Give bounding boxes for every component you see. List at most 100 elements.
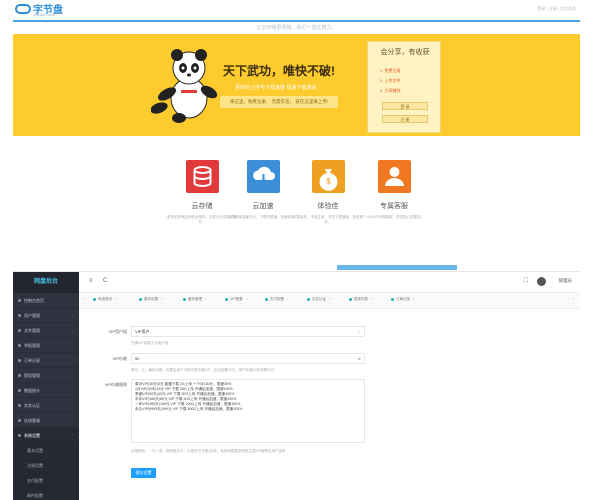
logo-subtext: zijiepan.com — [33, 12, 56, 17]
tab-basic[interactable]: 基本设置 × — [139, 297, 163, 302]
site-header: 字节盘 zijiepan.com 登录 | 注册 | 设为首页 — [13, 0, 580, 22]
clear-icon: ⊗ — [357, 356, 361, 361]
vip-group-label: VIP用户组 — [108, 329, 127, 334]
tab-label: 提现列表 — [354, 297, 368, 301]
vip-group-select[interactable]: VIP用户 ⌄ — [131, 326, 365, 337]
vip-price-label: VIP价格 — [112, 356, 127, 361]
menu-toggle-icon[interactable]: ≡ — [89, 278, 93, 284]
tab-label: 基本设置 — [144, 297, 158, 301]
chat-icon — [18, 419, 21, 423]
feature-storage: 云存储 更多的存储空间安全保存，文件永久保存不丢失。 — [167, 160, 237, 225]
chevron-up-icon: ⌃ — [70, 433, 74, 438]
save-settings-button[interactable]: 保存设置 — [131, 468, 156, 478]
vip-price-input[interactable]: 50 ⊗ — [131, 353, 365, 364]
fullscreen-icon[interactable]: ⛶ — [524, 278, 528, 285]
admin-sidebar: 网盘后台 控制台首页 用户管理 ⌄ 文件管理 ⌄ 举报管理 订单记录 提现管理 数据… — [13, 272, 79, 500]
tab-home[interactable]: 系统首页 × — [93, 297, 117, 302]
id-card-icon — [18, 404, 21, 408]
sidebar-item-label: 在线客服 — [24, 418, 40, 423]
banner-title: 天下武功，唯快不破! — [223, 64, 335, 78]
money-bag-icon: $ — [311, 160, 345, 193]
vip-rules-textarea[interactable]: 单月VIP(30天)0元 普通下载 2G上传 一个月100元，限速30% 1月V… — [131, 379, 365, 443]
tab-cache[interactable]: 缓存管理 × — [183, 297, 207, 302]
admin-brand: 网盘后台 — [13, 272, 79, 293]
feature-experience: $ 体验佳 下载轻松，不用注册，不限下载速度，体验更好。 — [293, 160, 363, 225]
feature-title: 专属客服 — [380, 203, 408, 210]
tab-label: 订单记录 — [396, 297, 410, 301]
tab-label: VIP配置 — [230, 297, 243, 301]
login-button[interactable]: 登 录 — [382, 102, 428, 110]
svg-text:$: $ — [326, 177, 331, 186]
tab-label: 实名认证 — [312, 297, 326, 301]
site-logo[interactable]: 字节盘 zijiepan.com — [15, 1, 65, 19]
sidebar-item-label: 订单记录 — [24, 358, 40, 363]
sidebar-item-service[interactable]: 在线客服 — [13, 413, 79, 428]
tab-prev-icon[interactable]: ‹ — [83, 297, 84, 301]
refresh-icon[interactable]: C — [103, 278, 107, 284]
tab-label: 系统首页 — [98, 297, 112, 301]
sidebar-item-label: 数据统计 — [24, 388, 40, 393]
banner-subtitle: 更快的上传与下载速度 极速下载通道 — [235, 85, 317, 91]
flag-icon — [18, 344, 21, 348]
share-step: 1. 免费注册 — [380, 68, 401, 73]
sidebar-item-dashboard[interactable]: 控制台首页 — [13, 293, 79, 308]
sidebar-item-label: 提现管理 — [24, 373, 40, 378]
admin-username[interactable]: 管理员 — [559, 278, 573, 284]
sidebar-subitem[interactable]: 注册设置 — [13, 458, 79, 473]
home-icon — [18, 299, 21, 303]
sidebar-subitem[interactable]: 邮件配置 — [13, 488, 79, 500]
vip-group-value: VIP用户 — [135, 329, 150, 334]
download-cloud-icon — [246, 160, 280, 193]
sidebar-item-stats[interactable]: 数据统计 — [13, 383, 79, 398]
sidebar-item-label: 控制台首页 — [24, 298, 44, 303]
vip-settings-form: VIP用户组 VIP用户 ⌄ 开通VIP后属于此用户组 VIP价格 50 ⊗ 单位：… — [79, 312, 580, 500]
sidebar-item-settings[interactable]: 系统设置 ⌃ — [13, 428, 79, 443]
chevron-down-icon: ⌄ — [357, 329, 361, 334]
list-icon — [18, 359, 21, 363]
sidebar-item-verify[interactable]: 实名认证 — [13, 398, 79, 413]
cloud-icon — [15, 4, 31, 14]
feature-desc: 7×24小时专属客服，提供贴心的服务。 — [363, 215, 425, 219]
database-icon — [185, 160, 219, 193]
tab-next-icon[interactable]: › — [573, 297, 574, 301]
tab-payment[interactable]: 支付配置 × — [265, 297, 289, 302]
chevron-down-icon: ⌄ — [70, 313, 74, 318]
sidebar-subitem[interactable]: 基本设置 — [13, 443, 79, 458]
tab-withdraw[interactable]: 提现列表 × — [349, 297, 373, 302]
panda-mascot-icon — [151, 49, 218, 123]
vip-price-value: 50 — [135, 356, 140, 361]
share-step: 2. 上传文件 — [380, 78, 401, 83]
sidebar-item-reports[interactable]: 举报管理 — [13, 338, 79, 353]
sidebar-item-orders[interactable]: 订单记录 — [13, 353, 79, 368]
hero-banner: 天下武功，唯快不破! 更快的上传与下载速度 极速下载通道 来这里，免费注册， 无… — [13, 34, 580, 136]
sidebar-item-label: 实名认证 — [24, 403, 40, 408]
feature-support: 专属客服 7×24小时专属客服，提供贴心的服务。 — [359, 160, 429, 220]
tab-orders[interactable]: 订单记录 × — [391, 297, 415, 302]
vip-price-help: 单位：元，最低价格，设置后用户可按天数开通VIP，比如设置50元，用户开通30天… — [131, 368, 275, 372]
sidebar-item-label: 文件管理 — [24, 328, 40, 333]
feature-title: 云存储 — [191, 203, 213, 210]
share-panel: 会分享，有收获 1. 免费注册 2. 上传文件 3. 分享赚钱 登 录 注 册 — [367, 41, 441, 133]
sidebar-item-label: 举报管理 — [24, 343, 40, 348]
tab-vip[interactable]: VIP配置 × — [225, 297, 248, 302]
feature-title: 云加速 — [252, 203, 274, 210]
feature-desc: 全国多线高速节点，下载不限速，极速体验。 — [228, 215, 298, 219]
admin-topbar: ≡ C ⛶ 管理员 — [79, 272, 580, 293]
feature-desc: 更多的存储空间安全保存，文件永久保存不丢失。 — [167, 215, 237, 224]
sidebar-item-withdraw[interactable]: 提现管理 — [13, 368, 79, 383]
wallet-icon — [18, 374, 21, 378]
tab-label: 缓存管理 — [188, 297, 202, 301]
register-button[interactable]: 注 册 — [382, 115, 428, 123]
sidebar-item-label: 系统设置 — [24, 433, 40, 438]
avatar[interactable] — [537, 277, 546, 286]
sidebar-item-label: 用户管理 — [24, 313, 40, 318]
sidebar-item-files[interactable]: 文件管理 ⌄ — [13, 323, 79, 338]
tab-verify[interactable]: 实名认证 × — [307, 297, 331, 302]
gear-icon — [18, 434, 21, 438]
sidebar-subitem[interactable]: 支付配置 — [13, 473, 79, 488]
chart-icon — [18, 389, 21, 393]
banner-cta[interactable]: 来这里，免费注册， 无需实名， 就在这里来上传! — [220, 96, 338, 108]
header-links[interactable]: 登录 | 注册 | 设为首页 — [537, 6, 576, 12]
sidebar-item-users[interactable]: 用户管理 ⌄ — [13, 308, 79, 323]
share-title: 会分享，有收获 — [380, 49, 430, 56]
